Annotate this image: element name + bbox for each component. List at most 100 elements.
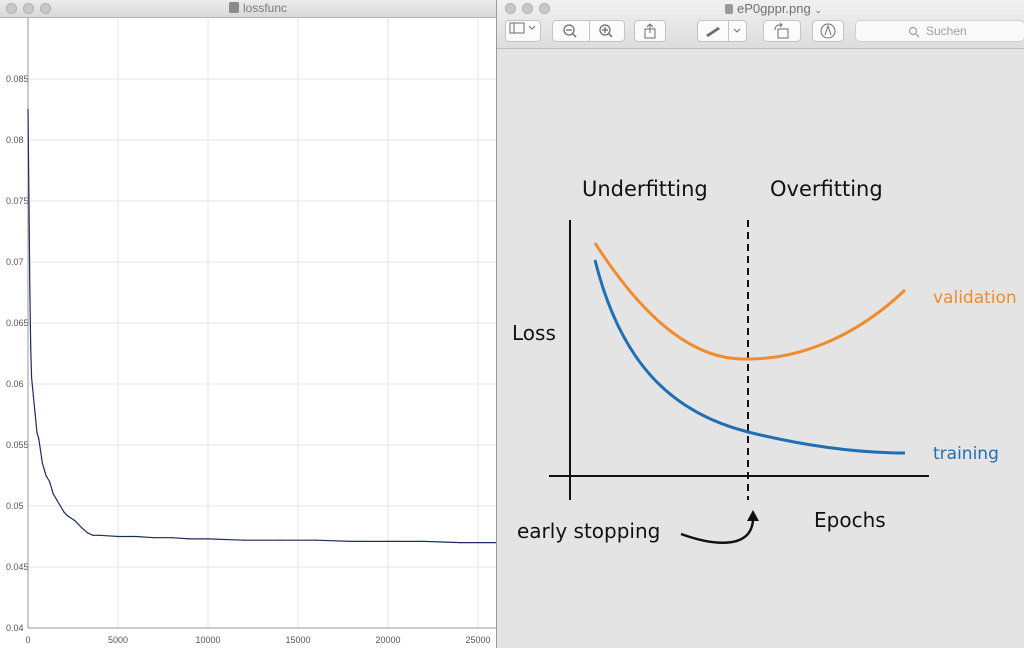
sidebar-toggle-button[interactable] <box>505 20 541 42</box>
x-tick-label-2: 10000 <box>195 635 220 645</box>
loss-point-0-7 <box>36 432 38 434</box>
y-tick-label-1: 0.045 <box>6 562 29 572</box>
y-tick-label-7: 0.075 <box>6 196 29 206</box>
loss-plot-area: 0 5000 10000 15000 20000 25000 0.04 0.045 0.05 0.… <box>0 18 496 648</box>
loss-point-0-4 <box>31 377 33 379</box>
x-tick-label-4: 20000 <box>375 635 400 645</box>
left-window-title-text: lossfunc <box>243 1 288 15</box>
preview-content: Underfitting Overfitting Loss Epochs ear… <box>497 49 1024 648</box>
left-titlebar: lossfunc <box>0 0 496 18</box>
loss-chart: 0 5000 10000 15000 20000 25000 0.04 0.045 0.05 0.… <box>6 18 496 645</box>
y-tick-label-8: 0.08 <box>6 135 24 145</box>
loss-point-0-0 <box>27 108 29 111</box>
loss-point-0-25 <box>99 534 101 536</box>
loss-point-0-26 <box>117 535 119 538</box>
loss-point-0-9 <box>40 450 42 452</box>
loss-point-0-10 <box>41 462 44 464</box>
sidebar-icon <box>509 22 536 34</box>
validation-curve <box>593 242 907 361</box>
loss-point-0-20 <box>74 520 76 522</box>
preview-toolbar: eP0gppr.png ⌄ Suchen <box>497 0 1024 49</box>
loss-point-0-5 <box>32 395 35 397</box>
minimize-button[interactable] <box>23 3 34 14</box>
loss-point-0-32 <box>243 539 245 541</box>
zoom-button[interactable] <box>40 3 51 14</box>
loss-point-0-36 <box>387 540 389 542</box>
loss-point-0-11 <box>43 468 45 470</box>
loss-point-0-3 <box>30 346 32 348</box>
loss-series-line-0 <box>27 109 496 544</box>
right-window-title-text: eP0gppr.png <box>737 1 811 16</box>
loss-point-0-22 <box>81 527 83 529</box>
early-stopping-arrowhead <box>747 510 759 521</box>
loss-point-0-15 <box>56 499 58 501</box>
rotate-button[interactable] <box>763 20 801 42</box>
zoom-out-icon[interactable] <box>563 24 577 38</box>
close-button[interactable] <box>6 3 17 14</box>
preview-window: eP0gppr.png ⌄ Suchen Underfitting Overfi… <box>497 0 1024 648</box>
loss-point-0-16 <box>59 505 62 507</box>
loss-point-0-12 <box>45 474 47 477</box>
training-label: training <box>933 444 999 464</box>
early-stopping-diagram: Underfitting Overfitting Loss Epochs ear… <box>512 177 1017 544</box>
loss-point-0-31 <box>207 538 209 540</box>
x-tick-label-1: 5000 <box>108 635 128 645</box>
right-close-button[interactable] <box>505 3 516 14</box>
y-tick-label-2: 0.05 <box>6 501 24 511</box>
annotate-icon <box>820 23 836 39</box>
y-tick-label-9: 0.085 <box>6 74 29 84</box>
image-file-icon <box>725 4 733 14</box>
loss-point-0-21 <box>77 523 79 525</box>
loss-point-0-27 <box>135 535 137 538</box>
loss-point-0-19 <box>70 517 72 519</box>
right-window-title[interactable]: eP0gppr.png ⌄ <box>725 1 822 16</box>
loss-plot-window: lossfunc 0 5000 10000 15000 20000 25000 0.04 0.… <box>0 0 497 648</box>
loss-point-0-2 <box>29 285 31 287</box>
loss-axis-label: Loss <box>512 321 556 345</box>
search-placeholder: Suchen <box>926 24 967 38</box>
right-minimize-button[interactable] <box>522 3 533 14</box>
markup-pen-icon <box>706 27 720 37</box>
loss-point-0-6 <box>34 413 36 416</box>
loss-point-0-33 <box>279 539 281 541</box>
loss-point-0-35 <box>351 540 353 542</box>
loss-point-0-17 <box>63 511 65 513</box>
zoom-control[interactable] <box>552 20 625 42</box>
overfitting-label: Overfitting <box>770 177 883 201</box>
search-icon <box>908 26 920 38</box>
title-chevron-down-icon: ⌄ <box>814 5 822 15</box>
early-stopping-label: early stopping <box>517 519 660 543</box>
annotate-button[interactable] <box>812 20 844 42</box>
loss-point-0-14 <box>52 493 54 495</box>
y-tick-label-3: 0.055 <box>6 440 29 450</box>
zoom-in-icon[interactable] <box>599 24 613 38</box>
early-stopping-arrow <box>680 514 755 544</box>
training-curve <box>593 259 906 455</box>
loss-point-0-8 <box>38 438 40 440</box>
loss-point-0-13 <box>49 481 51 483</box>
y-tick-label-6: 0.07 <box>6 257 24 267</box>
app-icon <box>229 2 239 13</box>
loss-point-0-23 <box>86 532 88 534</box>
loss-point-0-37 <box>423 540 425 542</box>
underfitting-label: Underfitting <box>582 177 708 201</box>
share-icon <box>644 23 656 39</box>
loss-point-0-34 <box>315 539 317 541</box>
x-tick-label-5: 25000 <box>465 635 490 645</box>
loss-point-0-38 <box>459 542 461 544</box>
y-tick-label-4: 0.06 <box>6 379 24 389</box>
loss-point-0-24 <box>92 534 94 536</box>
markup-button[interactable] <box>697 20 747 42</box>
y-tick-label-0: 0.04 <box>6 623 24 633</box>
chevron-down-icon[interactable] <box>733 28 741 33</box>
loss-point-0-29 <box>171 537 173 539</box>
left-window-title: lossfunc <box>229 1 287 15</box>
rotate-icon <box>774 22 789 39</box>
share-button[interactable] <box>634 20 666 42</box>
x-tick-label-3: 15000 <box>285 635 310 645</box>
right-zoom-button[interactable] <box>539 3 550 14</box>
loss-point-0-1 <box>28 194 30 196</box>
search-field[interactable]: Suchen <box>855 20 1024 42</box>
x-tick-label-0: 0 <box>25 635 30 645</box>
epochs-axis-label: Epochs <box>814 508 886 532</box>
